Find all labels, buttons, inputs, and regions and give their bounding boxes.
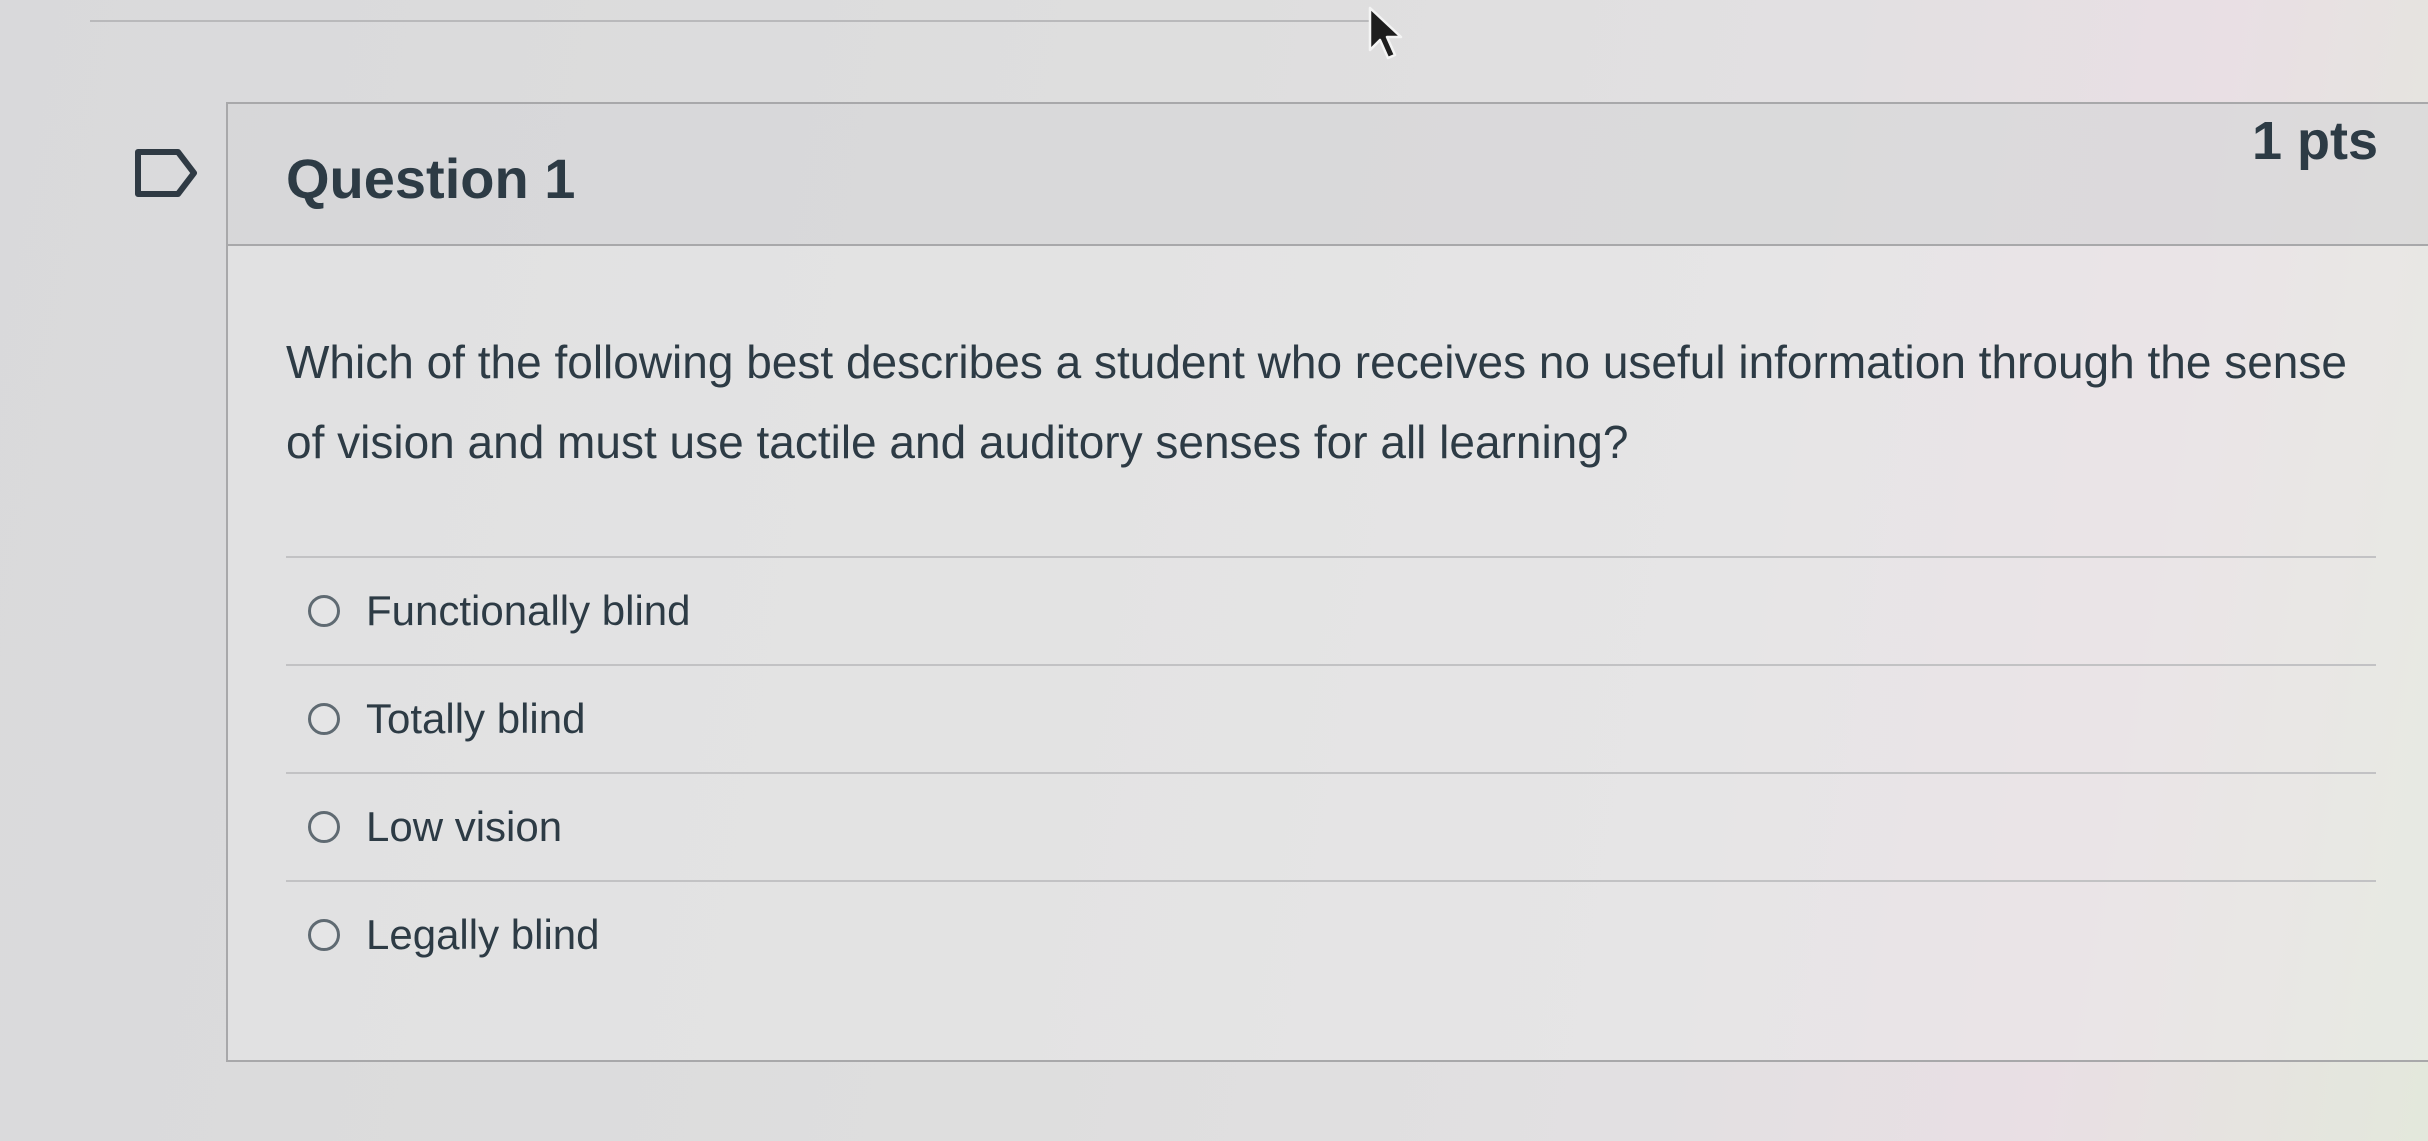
radio-button-icon[interactable] (308, 595, 340, 627)
answer-option[interactable]: Legally blind (286, 880, 2376, 988)
answer-list: Functionally blind Totally blind Low vis… (286, 556, 2376, 988)
top-divider (90, 20, 1370, 22)
answer-label: Low vision (366, 803, 563, 850)
radio-button-icon[interactable] (308, 703, 340, 735)
question-header: Question 1 1 pts (228, 104, 2428, 246)
question-title: Question 1 (286, 147, 576, 210)
answer-option[interactable]: Functionally blind (286, 556, 2376, 664)
question-card: Question 1 1 pts Which of the following … (226, 102, 2428, 1062)
question-points: 1 pts (2251, 111, 2378, 171)
radio-button-icon[interactable] (308, 919, 340, 951)
bookmark-flag-icon[interactable] (134, 148, 200, 198)
answer-option[interactable]: Low vision (286, 772, 2376, 880)
answer-label: Legally blind (366, 911, 600, 958)
answer-label: Totally blind (366, 695, 586, 742)
mouse-pointer-icon (1368, 6, 1403, 60)
question-text: Which of the following best describes a … (286, 336, 2347, 468)
answer-option[interactable]: Totally blind (286, 664, 2376, 772)
answer-label: Functionally blind (366, 587, 691, 634)
radio-button-icon[interactable] (308, 811, 340, 843)
